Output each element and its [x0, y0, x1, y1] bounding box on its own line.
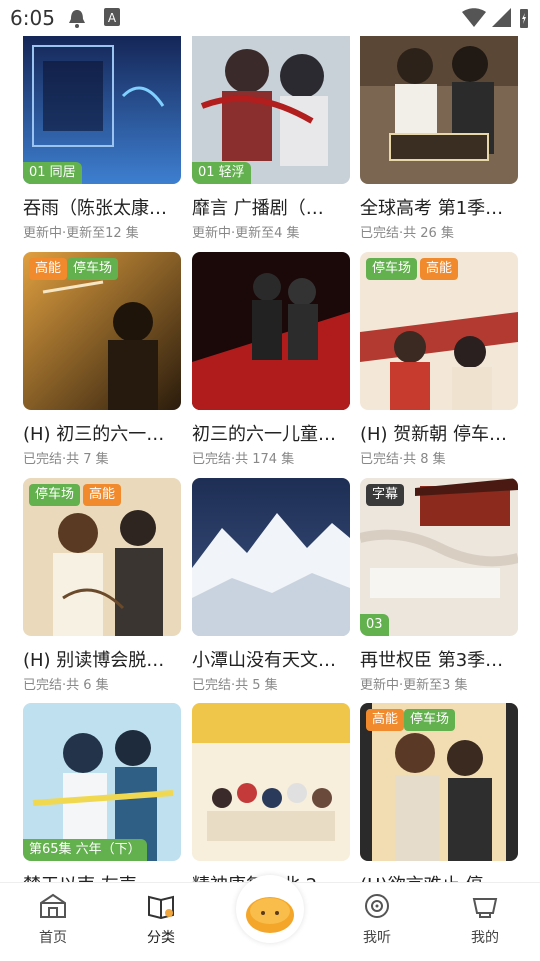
notification-bell-icon — [69, 10, 85, 28]
bottom-nav: 首页 分类 我听 我的 — [0, 875, 540, 961]
tag-parking: 停车场 — [404, 709, 456, 731]
album-title[interactable]: 初三的六一儿童… — [192, 420, 350, 446]
nav-home[interactable]: 首页 — [23, 893, 83, 947]
status-time: 6:05 — [10, 6, 55, 30]
episode-label: 03 — [360, 614, 389, 636]
album-meta: 已完结·共 174 集 — [192, 452, 295, 467]
album-cover[interactable]: 字幕 03 — [360, 478, 518, 636]
album-cover[interactable] — [360, 36, 518, 184]
album-cover[interactable] — [192, 703, 350, 861]
episode-label: 01 轻浮 — [192, 162, 251, 184]
album-meta: 更新中·更新至4 集 — [192, 226, 300, 241]
album-title[interactable]: 小潭山没有天文… — [192, 646, 350, 672]
album-title[interactable]: (H)欲言难止 停… — [360, 871, 518, 882]
status-bar: 6:05 A — [0, 0, 540, 36]
album-cover[interactable]: 第65集 六年（下） — [23, 703, 181, 861]
album-meta: 已完结·共 7 集 — [23, 452, 109, 467]
listen-icon — [365, 894, 389, 918]
album-cover[interactable]: 01 同居 — [23, 36, 181, 184]
home-icon — [40, 893, 66, 918]
tag-parking: 停车场 — [67, 258, 119, 280]
tag-high-energy: 高能 — [420, 258, 459, 280]
nav-listen-label: 我听 — [363, 930, 391, 946]
album-title[interactable]: 全球高考 第1季… — [360, 194, 518, 220]
episode-label: 第65集 六年（下） — [23, 839, 147, 861]
album-cover[interactable]: 高能 停车场 — [23, 252, 181, 410]
cover-image — [23, 703, 181, 861]
bun-mascot-icon — [246, 897, 294, 933]
album-meta: 已完结·共 5 集 — [192, 678, 278, 693]
cover-image — [192, 252, 350, 410]
battery-icon — [520, 9, 528, 28]
cover-image — [192, 478, 350, 636]
album-meta: 已完结·共 6 集 — [23, 678, 109, 693]
album-cover[interactable] — [192, 252, 350, 410]
album-title[interactable]: (H) 别读博会脱… — [23, 646, 181, 672]
signal-icon — [492, 8, 511, 27]
album-cover[interactable]: 停车场 高能 — [23, 478, 181, 636]
album-title[interactable]: (H) 贺新朝 停车… — [360, 420, 518, 446]
nav-category-label: 分类 — [147, 930, 175, 946]
tag-high-energy: 高能 — [29, 258, 68, 280]
tag-high-energy: 高能 — [83, 484, 122, 506]
nav-home-label: 首页 — [39, 930, 67, 946]
album-cover[interactable] — [192, 478, 350, 636]
book-icon — [148, 895, 174, 920]
app-notification-icon: A — [104, 8, 120, 26]
svg-text:A: A — [108, 11, 117, 25]
album-title[interactable]: 靡言 广播剧（… — [192, 194, 350, 220]
play-center-button[interactable] — [236, 875, 304, 943]
tag-high-energy: 高能 — [366, 709, 405, 731]
album-cover[interactable]: 01 轻浮 — [192, 36, 350, 184]
album-grid: 01 同居 吞雨（陈张太康… 更新中·更新至12 集 01 轻浮 靡言 广播剧（… — [0, 36, 540, 882]
tag-subtitle: 字幕 — [366, 484, 405, 506]
album-title[interactable]: (H) 初三的六一… — [23, 420, 181, 446]
nav-listen[interactable]: 我听 — [347, 893, 407, 947]
nav-mine[interactable]: 我的 — [455, 893, 515, 947]
tag-parking: 停车场 — [366, 258, 418, 280]
album-cover[interactable]: 停车场 高能 — [360, 252, 518, 410]
album-title[interactable]: 再世权臣 第3季… — [360, 646, 518, 672]
nav-mine-label: 我的 — [471, 930, 499, 946]
profile-icon — [472, 898, 498, 918]
album-meta: 更新中·更新至12 集 — [23, 226, 139, 241]
cover-image — [192, 703, 350, 861]
nav-category[interactable]: 分类 — [131, 893, 191, 947]
album-title[interactable]: 楚天以南 友声… — [23, 871, 181, 882]
album-meta: 更新中·更新至3 集 — [360, 678, 468, 693]
album-meta: 已完结·共 26 集 — [360, 226, 454, 241]
album-cover[interactable]: 高能 停车场 — [360, 703, 518, 861]
cover-image — [360, 36, 518, 184]
wifi-icon — [462, 8, 486, 27]
album-title[interactable]: 吞雨（陈张太康… — [23, 194, 181, 220]
episode-label: 01 同居 — [23, 162, 82, 184]
tag-parking: 停车场 — [29, 484, 81, 506]
album-meta: 已完结·共 8 集 — [360, 452, 446, 467]
